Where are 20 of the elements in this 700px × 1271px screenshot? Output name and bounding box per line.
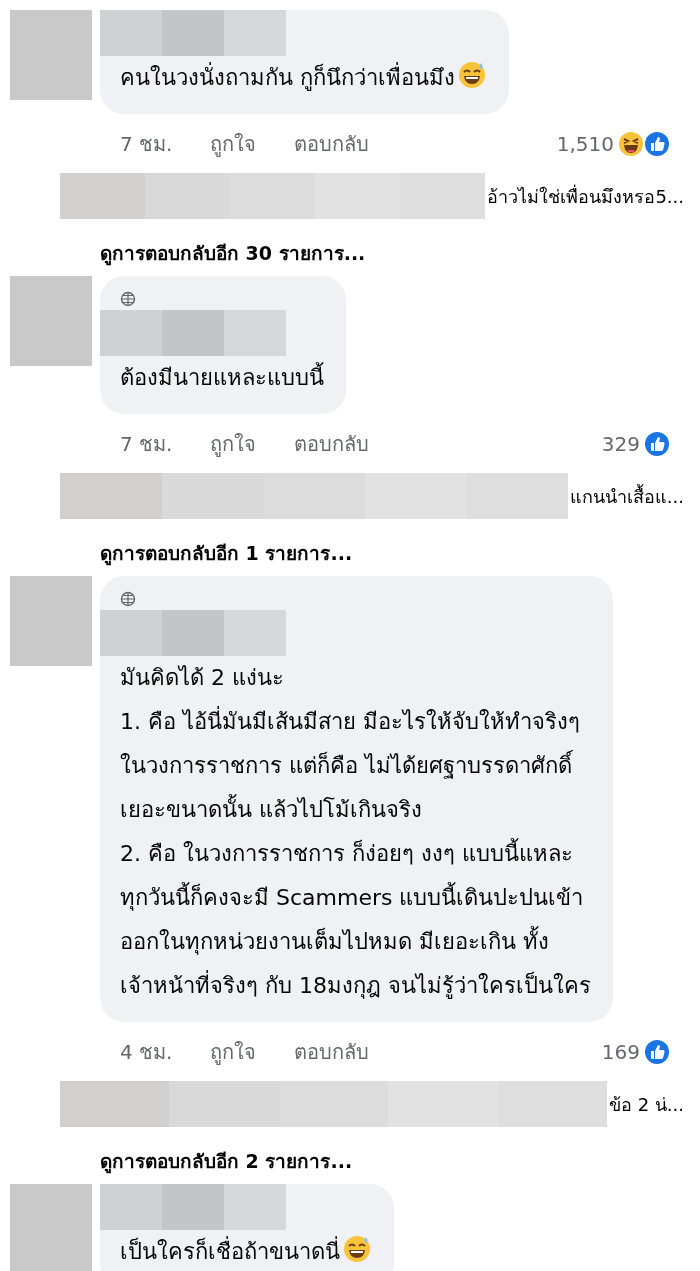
like-link[interactable]: ถูกใจ — [210, 428, 257, 460]
comment-text: ต้องมีนายแหละแบบนี้ — [120, 356, 324, 400]
like-link[interactable]: ถูกใจ — [210, 1036, 257, 1068]
view-more-replies-link[interactable]: ดูการตอบกลับอีก 2 รายการ... — [100, 1130, 700, 1184]
reply-link[interactable]: ตอบกลับ — [294, 1036, 370, 1068]
timestamp: 4 ชม. — [120, 1039, 173, 1066]
reply-preview-text: ข้อ 2 น่... — [607, 1092, 685, 1117]
reaction-count: 169 — [601, 1040, 640, 1064]
comment-text: มันคิดได้ 2 แง่นะ 1. คือ ไอ้นี่มันมีเส้นมีสาย มีอะไรให้จับให้ทำจริงๆ ในวงการราชการ แต่ก็คือ ไม่ได้ยศฐาบรรดาศักดิ์ เยอะขนาดนั้น แล้วไปโม้เกินจริง 2. คือ ในวงการราชการ ก็ง่อยๆ งงๆ แบบนี้แหละ ทุกวันนี้ก็คงจะมี Scammers แบบนี้เดินปะปนเข้า ออกในทุกหน่วยงานเต็มไปหมด มีเยอะเกิน ทั้ง เจ้าหน้าที่จริงๆ กับ 18มงกุฎ จนไม่รู้ว่าใครเป็นใคร — [120, 664, 591, 1001]
timestamp: 7 ชม. — [120, 431, 173, 458]
reaction-count: 1,510 — [556, 132, 614, 156]
view-more-replies-link[interactable]: ดูการตอบกลับอีก 1 รายการ... — [100, 522, 700, 576]
reply-link[interactable]: ตอบกลับ — [294, 128, 370, 160]
timestamp: 7 ชม. — [120, 131, 173, 158]
reply-preview-text: แกนนำเสื้อแ... — [568, 483, 685, 509]
like-link[interactable]: ถูกใจ — [210, 128, 257, 160]
view-more-replies-link[interactable]: ดูการตอบกลับอีก 30 รายการ... — [100, 222, 700, 276]
reply-preview-text: อ้าวไม่ใช่เพื่อนมึงหรอ5... — [486, 183, 685, 209]
reaction-count: 329 — [601, 432, 640, 456]
reply-link[interactable]: ตอบกลับ — [294, 428, 370, 460]
